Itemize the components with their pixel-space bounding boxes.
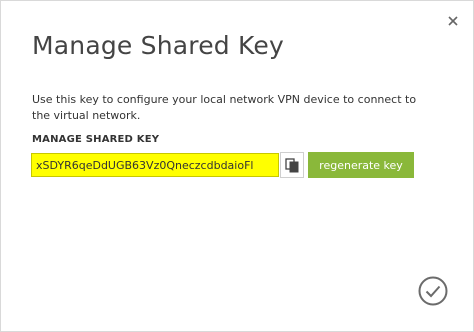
manage-shared-key-dialog: Manage Shared Key Use this key to config… bbox=[0, 0, 474, 332]
dialog-title: Manage Shared Key bbox=[32, 31, 284, 60]
shared-key-field[interactable] bbox=[31, 153, 279, 177]
checkmark-icon bbox=[418, 276, 448, 306]
shared-key-label: MANAGE SHARED KEY bbox=[32, 134, 160, 145]
close-icon bbox=[448, 16, 458, 26]
dialog-description: Use this key to configure your local net… bbox=[32, 93, 417, 122]
regenerate-key-button[interactable]: regenerate key bbox=[308, 152, 414, 178]
copy-button[interactable] bbox=[280, 152, 304, 178]
copy-icon bbox=[285, 158, 299, 173]
confirm-button[interactable] bbox=[417, 275, 449, 307]
close-button[interactable] bbox=[445, 13, 461, 29]
